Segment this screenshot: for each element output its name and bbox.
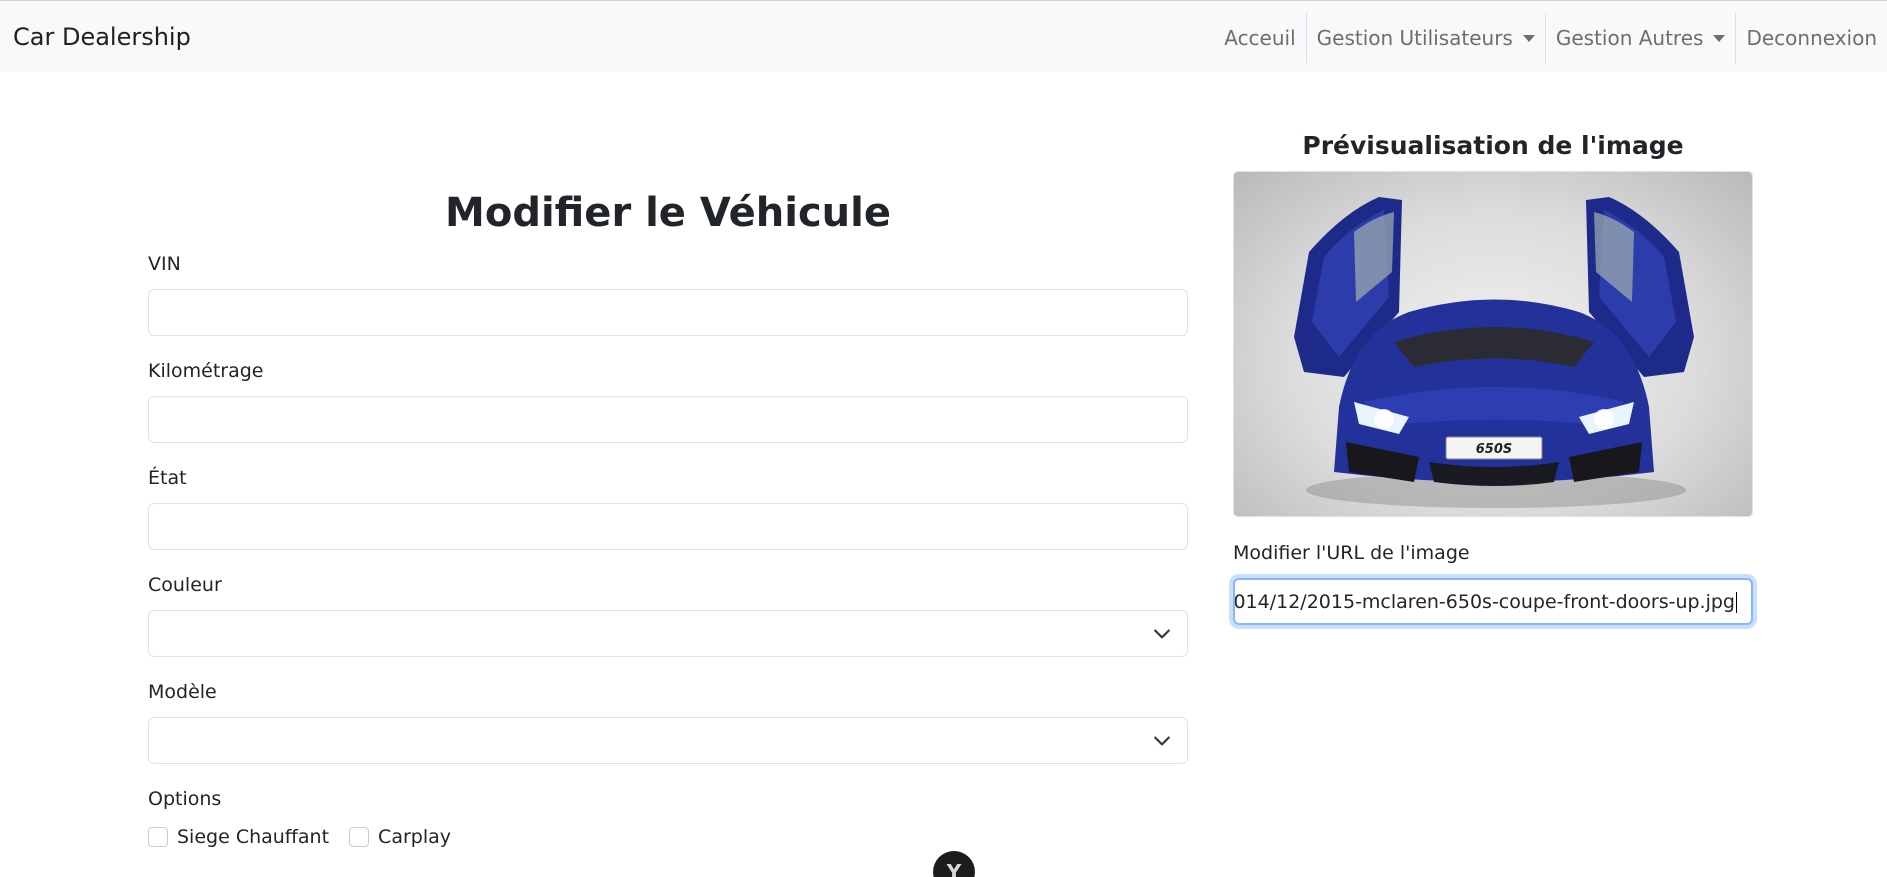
vin-input[interactable] [148, 289, 1188, 336]
car-preview-image: 650S [1233, 171, 1753, 517]
plate-text: 650S [1476, 442, 1513, 457]
image-url-label: Modifier l'URL de l'image [1233, 542, 1470, 564]
carplay-checkbox[interactable] [349, 827, 370, 847]
image-url-value: '2014/12/2015-mclaren-650s-coupe-front-d… [1233, 591, 1735, 613]
nav-item-acceuil[interactable]: Acceuil [1214, 13, 1305, 63]
brand-link[interactable]: Car Dealership [13, 23, 191, 51]
page-title: Modifier le Véhicule [445, 190, 891, 236]
floating-badge[interactable]: Y [933, 851, 975, 877]
nav-dropdown-gestion-utilisateurs[interactable]: Gestion Utilisateurs [1305, 13, 1545, 63]
options-label: Options [148, 788, 222, 810]
caret-down-icon [1713, 34, 1726, 42]
nav-menu: Acceuil Gestion Utilisateurs Gestion Aut… [1214, 13, 1887, 63]
navbar: Car Dealership Acceuil Gestion Utilisate… [0, 0, 1887, 72]
siege-chauffant-label: Siege Chauffant [177, 826, 330, 848]
vin-label: VIN [148, 253, 181, 275]
nav-item-label: Deconnexion [1746, 26, 1877, 50]
caret-down-icon [1522, 34, 1535, 42]
nav-item-label: Gestion Autres [1555, 26, 1704, 50]
text-cursor [1736, 592, 1737, 613]
modele-select[interactable] [148, 717, 1188, 764]
nav-item-deconnexion[interactable]: Deconnexion [1735, 13, 1887, 63]
etat-label: État [148, 467, 187, 489]
nav-item-label: Acceuil [1224, 26, 1296, 50]
etat-input[interactable] [148, 503, 1188, 550]
car-illustration: 650S [1294, 197, 1694, 508]
couleur-select[interactable] [148, 610, 1188, 657]
chevron-down-icon [1154, 736, 1170, 746]
kilometrage-label: Kilométrage [148, 360, 264, 382]
modele-label: Modèle [148, 681, 217, 703]
option-carplay[interactable]: Carplay [349, 826, 451, 848]
nav-dropdown-gestion-autres[interactable]: Gestion Autres [1544, 13, 1736, 63]
carplay-label: Carplay [378, 826, 451, 848]
kilometrage-input[interactable] [148, 396, 1188, 443]
option-siege-chauffant[interactable]: Siege Chauffant [148, 826, 329, 848]
image-url-input[interactable]: '2014/12/2015-mclaren-650s-coupe-front-d… [1233, 578, 1753, 625]
options-group: Siege Chauffant Carplay [148, 826, 471, 848]
couleur-label: Couleur [148, 574, 222, 596]
chevron-down-icon [1154, 629, 1170, 639]
siege-chauffant-checkbox[interactable] [148, 827, 168, 847]
preview-title: Prévisualisation de l'image [1302, 131, 1684, 160]
nav-item-label: Gestion Utilisateurs [1316, 26, 1513, 50]
